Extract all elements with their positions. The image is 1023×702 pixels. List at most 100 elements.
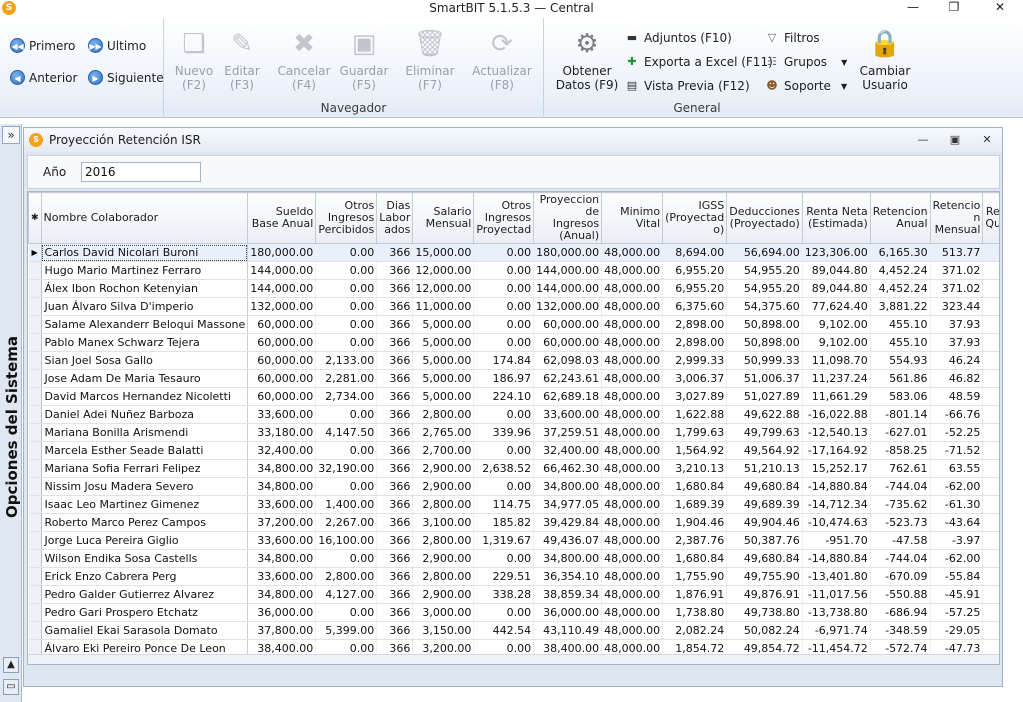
table-cell[interactable]: -27.92 bbox=[982, 567, 999, 586]
close-window-button[interactable]: ✕ bbox=[978, 0, 1022, 16]
table-cell[interactable]: 11,237.24 bbox=[802, 369, 871, 388]
table-cell[interactable]: 1,400.00 bbox=[315, 495, 378, 514]
row-indicator[interactable] bbox=[28, 387, 42, 406]
table-cell[interactable]: 49,689.39 bbox=[726, 495, 803, 514]
table-cell[interactable]: 89,044.80 bbox=[802, 279, 871, 298]
table-cell[interactable]: -47.58 bbox=[870, 531, 931, 550]
table-cell[interactable]: 185.51 bbox=[982, 261, 999, 280]
column-header[interactable]: Retencion Quincenal bbox=[982, 192, 999, 244]
cancelar-button[interactable]: ✖ Cancelar (F4) bbox=[274, 26, 334, 92]
table-cell[interactable]: -35.76 bbox=[982, 441, 999, 460]
employee-name-cell[interactable]: Jose Adam De Maria Tesauro bbox=[41, 369, 249, 388]
employee-name-cell[interactable]: Pedro Gari Prospero Etchatz bbox=[41, 603, 249, 622]
table-cell[interactable]: -31.00 bbox=[982, 477, 999, 496]
table-cell[interactable]: 1,680.84 bbox=[662, 477, 728, 496]
table-cell[interactable]: 3,100.00 bbox=[412, 513, 475, 532]
table-cell[interactable]: -348.59 bbox=[870, 621, 931, 640]
adjuntos-button[interactable]: ▬ Adjuntos (F10) bbox=[624, 31, 732, 45]
table-cell[interactable]: 48.59 bbox=[930, 387, 984, 406]
table-cell[interactable]: 34,800.00 bbox=[247, 459, 317, 478]
table-cell[interactable]: -43.64 bbox=[930, 513, 984, 532]
table-cell[interactable]: 0.00 bbox=[315, 261, 378, 280]
table-cell[interactable]: -14,880.84 bbox=[802, 477, 871, 496]
table-cell[interactable]: 11,661.29 bbox=[802, 387, 871, 406]
table-cell[interactable]: 11,098.70 bbox=[802, 351, 871, 370]
table-cell[interactable]: 48,000.00 bbox=[601, 531, 664, 550]
table-cell[interactable]: -16,022.88 bbox=[802, 405, 871, 424]
table-cell[interactable]: 48,000.00 bbox=[601, 297, 664, 316]
table-cell[interactable]: 62,243.61 bbox=[533, 369, 603, 388]
table-cell[interactable]: 36,354.10 bbox=[533, 567, 603, 586]
table-cell[interactable]: 3,000.00 bbox=[412, 603, 475, 622]
table-cell[interactable]: 54,375.60 bbox=[726, 297, 803, 316]
table-cell[interactable]: 3,881.22 bbox=[870, 297, 931, 316]
table-cell[interactable]: 144,000.00 bbox=[533, 261, 603, 280]
table-cell[interactable]: 0.00 bbox=[473, 315, 535, 334]
table-cell[interactable]: 50,082.24 bbox=[726, 621, 803, 640]
table-cell[interactable]: 180,000.00 bbox=[247, 243, 317, 262]
table-cell[interactable]: -52.25 bbox=[930, 423, 984, 442]
table-cell[interactable]: 123,306.00 bbox=[802, 243, 871, 262]
table-cell[interactable]: 23.41 bbox=[982, 369, 999, 388]
current-row-indicator-icon[interactable]: ▶ bbox=[28, 243, 42, 262]
horizontal-scrollbar[interactable] bbox=[28, 654, 999, 664]
table-cell[interactable]: 56,694.00 bbox=[726, 243, 803, 262]
table-cell[interactable]: 31.78 bbox=[982, 459, 999, 478]
table-row[interactable]: Nissim Josu Madera Severo 34,800.00 0.00 36… bbox=[28, 477, 999, 496]
table-row[interactable]: Juan Álvaro Silva D'imperio 132,000.00 0.0… bbox=[28, 297, 999, 316]
table-row[interactable]: Mariana Bonilla Arismendi 33,180.00 4,147.… bbox=[28, 423, 999, 442]
table-cell[interactable]: -21.82 bbox=[982, 513, 999, 532]
table-cell[interactable]: -10,474.63 bbox=[802, 513, 871, 532]
table-cell[interactable]: -801.14 bbox=[870, 405, 931, 424]
table-cell[interactable]: 1,564.92 bbox=[662, 441, 728, 460]
employee-name-cell[interactable]: David Marcos Hernandez Nicoletti bbox=[41, 387, 249, 406]
next-record-button[interactable]: ▶ Siguiente bbox=[88, 70, 164, 85]
table-cell[interactable]: 4,452.24 bbox=[870, 261, 931, 280]
table-cell[interactable]: 23.12 bbox=[982, 351, 999, 370]
table-cell[interactable]: -62.00 bbox=[930, 549, 984, 568]
table-cell[interactable]: 0.00 bbox=[473, 549, 535, 568]
table-cell[interactable]: 2,765.00 bbox=[412, 423, 475, 442]
table-cell[interactable]: -858.25 bbox=[870, 441, 931, 460]
table-cell[interactable]: 43,110.49 bbox=[533, 621, 603, 640]
table-cell[interactable]: 1,319.67 bbox=[473, 531, 535, 550]
table-cell[interactable]: 33,600.00 bbox=[247, 495, 317, 514]
row-indicator[interactable] bbox=[28, 585, 42, 604]
table-cell[interactable]: 5,000.00 bbox=[412, 387, 475, 406]
module-icon[interactable]: ▲ bbox=[3, 657, 19, 673]
table-cell[interactable]: 2,900.00 bbox=[412, 477, 475, 496]
table-cell[interactable]: 366 bbox=[376, 279, 414, 298]
table-cell[interactable]: 49,680.84 bbox=[726, 477, 803, 496]
table-cell[interactable]: 366 bbox=[376, 513, 414, 532]
table-cell[interactable]: 49,436.07 bbox=[533, 531, 603, 550]
table-cell[interactable]: 323.44 bbox=[930, 297, 984, 316]
table-cell[interactable]: 37.93 bbox=[930, 333, 984, 352]
table-cell[interactable]: 48,000.00 bbox=[601, 405, 664, 424]
table-row[interactable]: Jose Adam De Maria Tesauro 60,000.00 2,281… bbox=[28, 369, 999, 388]
employee-name-cell[interactable]: Sian Joel Sosa Gallo bbox=[41, 351, 249, 370]
table-cell[interactable]: 3,027.89 bbox=[662, 387, 728, 406]
table-row[interactable]: Pablo Manex Schwarz Tejera 60,000.00 0.00 3… bbox=[28, 333, 999, 352]
guardar-button[interactable]: ▣ Guardar (F5) bbox=[338, 26, 390, 92]
table-cell[interactable]: 66,462.30 bbox=[533, 459, 603, 478]
employee-name-cell[interactable]: Roberto Marco Perez Campos bbox=[41, 513, 249, 532]
table-cell[interactable]: -744.04 bbox=[870, 549, 931, 568]
table-cell[interactable]: 48,000.00 bbox=[601, 333, 664, 352]
table-cell[interactable]: 48,000.00 bbox=[601, 513, 664, 532]
first-record-button[interactable]: ◀◀ Primero bbox=[10, 38, 75, 53]
table-row[interactable]: Pedro Galder Gutierrez Alvarez 34,800.00 4… bbox=[28, 585, 999, 604]
table-cell[interactable]: 132,000.00 bbox=[533, 297, 603, 316]
table-cell[interactable]: 6,955.20 bbox=[662, 279, 728, 298]
table-cell[interactable]: 0.00 bbox=[473, 441, 535, 460]
table-row[interactable]: Erick Enzo Cabrera Perg 33,600.00 2,800.00… bbox=[28, 567, 999, 586]
table-cell[interactable]: 34,800.00 bbox=[247, 585, 317, 604]
table-cell[interactable]: 5,000.00 bbox=[412, 369, 475, 388]
table-cell[interactable]: 48,000.00 bbox=[601, 387, 664, 406]
row-indicator[interactable] bbox=[28, 567, 42, 586]
table-row[interactable]: Pedro Gari Prospero Etchatz 36,000.00 0.00… bbox=[28, 603, 999, 622]
table-cell[interactable]: 36,000.00 bbox=[533, 603, 603, 622]
table-cell[interactable]: -71.52 bbox=[930, 441, 984, 460]
table-cell[interactable]: 0.00 bbox=[315, 297, 378, 316]
table-cell[interactable]: 3,150.00 bbox=[412, 621, 475, 640]
table-cell[interactable]: -30.65 bbox=[982, 495, 999, 514]
